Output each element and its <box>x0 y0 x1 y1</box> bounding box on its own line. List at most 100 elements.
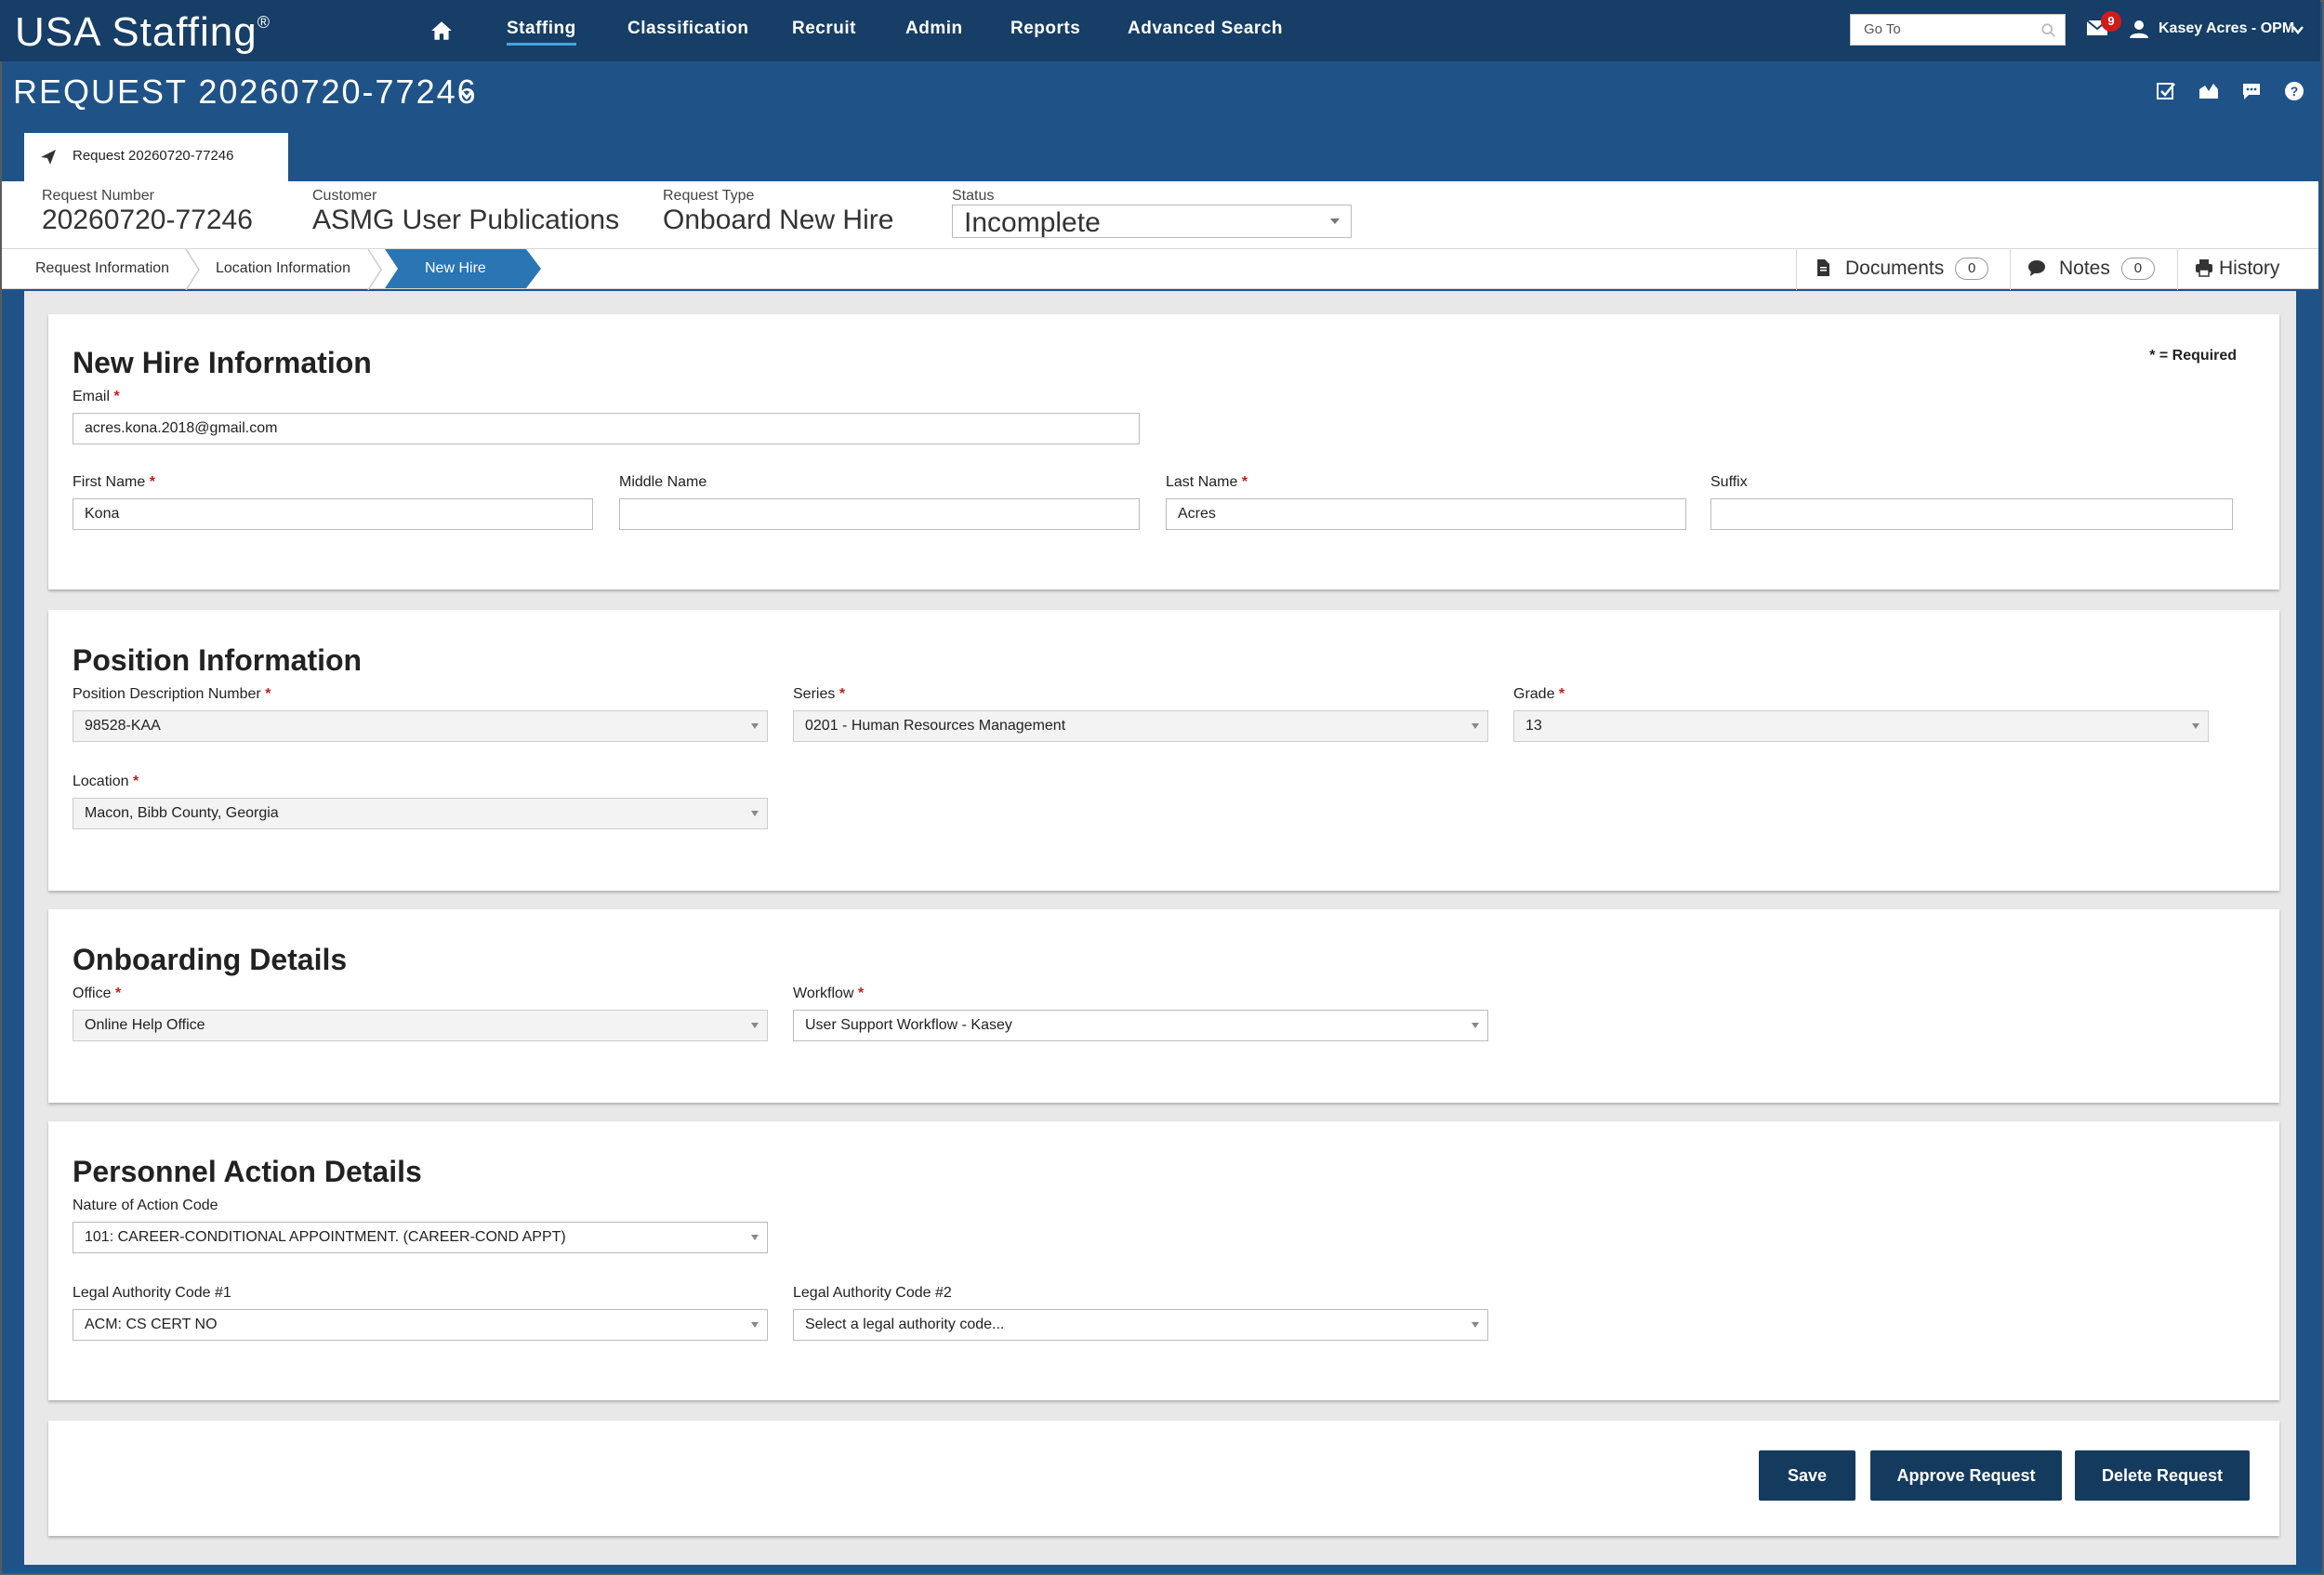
caret-down-icon <box>751 1235 759 1240</box>
first-name-field[interactable]: Kona <box>73 498 593 530</box>
customer-value: ASMG User Publications <box>312 205 620 235</box>
legal-authority-2-value: Select a legal authority code... <box>805 1317 1005 1332</box>
nav-admin[interactable]: Admin <box>905 19 963 39</box>
request-number-value: 20260720-77246 <box>42 205 253 235</box>
goto-search-input[interactable]: Go To <box>1850 14 2066 46</box>
personnel-heading: Personnel Action Details <box>73 1155 422 1188</box>
legal-authority-1-label: Legal Authority Code #1 <box>73 1285 231 1301</box>
last-name-label: Last Name * <box>1166 474 1248 490</box>
crumb-separator <box>367 249 382 290</box>
documents-count: 0 <box>1955 258 1989 280</box>
nav-staffing[interactable]: Staffing <box>507 19 576 46</box>
crumb-location-information[interactable]: Location Information <box>216 260 350 277</box>
user-icon[interactable] <box>2129 19 2149 39</box>
office-select[interactable]: Online Help Office <box>73 1010 768 1041</box>
pd-number-select[interactable]: 98528-KAA <box>73 710 768 742</box>
save-button[interactable]: Save <box>1759 1450 1855 1501</box>
tab-request[interactable]: Request 20260720-77246 <box>24 133 288 181</box>
legal-authority-2-select[interactable]: Select a legal authority code... <box>793 1309 1488 1341</box>
document-icon <box>1817 259 1829 276</box>
pd-number-label: Position Description Number * <box>73 686 271 702</box>
checklist-icon[interactable] <box>2155 80 2177 102</box>
caret-down-icon <box>751 811 759 816</box>
request-number-label: Request Number <box>42 188 154 204</box>
crumb-request-information[interactable]: Request Information <box>35 260 169 277</box>
delete-request-button[interactable]: Delete Request <box>2075 1450 2250 1501</box>
notes-tab[interactable]: Notes 0 <box>2010 249 2177 290</box>
status-select[interactable]: Incomplete <box>952 205 1352 238</box>
new-hire-heading: New Hire Information <box>73 346 372 379</box>
history-tab[interactable]: History <box>2177 249 2318 290</box>
paper-plane-icon <box>41 150 56 165</box>
noa-code-select[interactable]: 101: CAREER-CONDITIONAL APPOINTMENT. (CA… <box>73 1222 768 1253</box>
crumb-new-hire[interactable]: New Hire <box>425 260 486 277</box>
caret-down-icon <box>751 1023 759 1028</box>
approve-request-button[interactable]: Approve Request <box>1870 1450 2062 1501</box>
print-icon <box>2196 259 2212 277</box>
legal-authority-1-select[interactable]: ACM: CS CERT NO <box>73 1309 768 1341</box>
customer-label: Customer <box>312 188 377 204</box>
mail-count-badge: 9 <box>2101 11 2121 32</box>
onboarding-panel: Onboarding Details Office * Online Help … <box>48 909 2279 1103</box>
brand-logo[interactable]: USA Staffing® <box>15 9 271 56</box>
caret-down-icon <box>1330 218 1340 224</box>
legal-authority-2-label: Legal Authority Code #2 <box>793 1285 952 1301</box>
top-navbar: USA Staffing® Staffing Classification Re… <box>0 0 2320 61</box>
suffix-label: Suffix <box>1710 474 1748 490</box>
dashboard-icon[interactable] <box>2198 80 2220 102</box>
caret-down-icon <box>751 1322 759 1328</box>
noa-code-label: Nature of Action Code <box>73 1198 218 1213</box>
onboarding-heading: Onboarding Details <box>73 943 348 976</box>
workflow-value: User Support Workflow - Kasey <box>805 1017 1012 1033</box>
help-icon[interactable]: ? <box>2283 80 2305 102</box>
grade-value: 13 <box>1525 718 1542 734</box>
personnel-panel: Personnel Action Details Nature of Actio… <box>48 1121 2279 1400</box>
first-name-label: First Name * <box>73 474 155 490</box>
series-select[interactable]: 0201 - Human Resources Management <box>793 710 1488 742</box>
nav-recruit[interactable]: Recruit <box>792 19 856 39</box>
last-name-field[interactable]: Acres <box>1166 498 1686 530</box>
workflow-label: Workflow * <box>793 986 865 1001</box>
location-value: Macon, Bibb County, Georgia <box>85 805 279 821</box>
middle-name-label: Middle Name <box>619 474 707 490</box>
status-label: Status <box>952 188 995 204</box>
required-note: * = Required <box>2149 348 2237 364</box>
suffix-field[interactable] <box>1710 498 2233 530</box>
caret-down-icon <box>751 723 759 729</box>
home-icon[interactable] <box>429 19 454 43</box>
user-name[interactable]: Kasey Acres - OPM <box>2159 20 2294 37</box>
grade-label: Grade * <box>1513 686 1565 702</box>
workflow-select[interactable]: User Support Workflow - Kasey <box>793 1010 1488 1041</box>
chevron-down-icon[interactable] <box>2291 22 2305 37</box>
middle-name-field[interactable] <box>619 498 1140 530</box>
svg-text:?: ? <box>2291 84 2299 99</box>
search-icon[interactable] <box>2040 22 2057 39</box>
series-value: 0201 - Human Resources Management <box>805 718 1066 734</box>
noa-code-value: 101: CAREER-CONDITIONAL APPOINTMENT. (CA… <box>85 1229 566 1245</box>
position-panel: Position Information Position Descriptio… <box>48 610 2279 891</box>
location-label: Location * <box>73 774 139 789</box>
nav-reports[interactable]: Reports <box>1010 19 1080 39</box>
tab-label: Request 20260720-77246 <box>73 148 234 164</box>
caret-down-icon <box>1472 1023 1479 1028</box>
status-value: Incomplete <box>964 207 1101 238</box>
email-field[interactable]: acres.kona.2018@gmail.com <box>73 413 1140 444</box>
history-label: History <box>2219 258 2280 279</box>
location-select[interactable]: Macon, Bibb County, Georgia <box>73 798 768 829</box>
office-value: Online Help Office <box>85 1017 205 1033</box>
request-type-value: Onboard New Hire <box>663 205 894 235</box>
office-label: Office * <box>73 986 122 1001</box>
breadcrumb: Request Information Location Information… <box>2 248 2318 290</box>
documents-tab[interactable]: Documents 0 <box>1796 249 2010 290</box>
grade-select[interactable]: 13 <box>1513 710 2209 742</box>
crumb-separator <box>185 249 200 290</box>
documents-label: Documents <box>1845 258 1945 279</box>
chevron-down-icon[interactable] <box>457 87 476 102</box>
series-label: Series * <box>793 686 846 702</box>
nav-classification[interactable]: Classification <box>627 19 749 39</box>
nav-advanced-search[interactable]: Advanced Search <box>1128 19 1283 39</box>
request-type-label: Request Type <box>663 188 755 204</box>
chat-icon[interactable] <box>2240 80 2263 102</box>
page-title: REQUEST 20260720-77246 <box>13 73 478 111</box>
caret-down-icon <box>2192 723 2199 729</box>
